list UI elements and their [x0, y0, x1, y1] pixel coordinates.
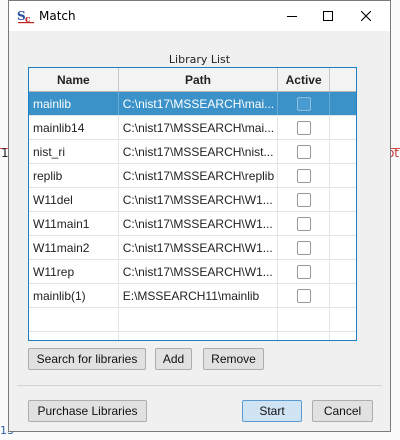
table-row[interactable]: mainlib14 C:\nist17\MSSEARCH\mai... [29, 116, 356, 140]
cancel-button[interactable]: Cancel [312, 400, 373, 422]
column-header-name[interactable]: Name [29, 68, 119, 91]
active-checkbox[interactable] [296, 168, 311, 183]
table-row[interactable]: replib C:\nist17\MSSEARCH\replib [29, 164, 356, 188]
table-row[interactable]: mainlib(1) E:\MSSEARCH11\mainlib [29, 284, 356, 308]
minimize-button[interactable] [274, 1, 310, 31]
active-cell [278, 92, 331, 115]
table-header: Name Path Active [29, 68, 356, 92]
active-cell [278, 236, 331, 259]
empty-cell [278, 332, 331, 340]
library-path-cell: C:\nist17\MSSEARCH\W1... [119, 188, 279, 211]
filler-cell [330, 284, 356, 307]
table-row[interactable]: nist_ri C:\nist17\MSSEARCH\nist... [29, 140, 356, 164]
active-cell [278, 188, 331, 211]
table-row[interactable]: W11rep C:\nist17\MSSEARCH\W1... [29, 260, 356, 284]
filler-cell [330, 164, 356, 187]
library-path-cell: C:\nist17\MSSEARCH\mai... [119, 116, 279, 139]
empty-cell [119, 308, 279, 331]
table-row[interactable]: W11main1 C:\nist17\MSSEARCH\W1... [29, 212, 356, 236]
active-checkbox[interactable] [296, 96, 311, 111]
library-name-cell: replib [29, 164, 119, 187]
active-cell [278, 164, 331, 187]
active-cell [278, 260, 331, 283]
table-row[interactable]: W11del C:\nist17\MSSEARCH\W1... [29, 188, 356, 212]
filler-cell [330, 260, 356, 283]
add-button[interactable]: Add [155, 348, 192, 370]
empty-cell [29, 308, 119, 331]
filler-cell [330, 308, 356, 331]
empty-row [29, 332, 356, 340]
library-path-cell: C:\nist17\MSSEARCH\nist... [119, 140, 279, 163]
library-path-cell: C:\nist17\MSSEARCH\W1... [119, 260, 279, 283]
close-icon [361, 11, 371, 21]
library-path-cell: C:\nist17\MSSEARCH\W1... [119, 236, 279, 259]
purchase-libraries-button[interactable]: Purchase Libraries [28, 400, 147, 422]
active-checkbox[interactable] [296, 264, 311, 279]
active-checkbox[interactable] [296, 192, 311, 207]
table-row[interactable]: W11main2 C:\nist17\MSSEARCH\W1... [29, 236, 356, 260]
app-logo-icon: S c [17, 9, 34, 24]
empty-cell [29, 332, 119, 340]
library-name-cell: W11del [29, 188, 119, 211]
filler-cell [330, 188, 356, 211]
title-bar[interactable]: S c Match [9, 1, 390, 31]
library-name-cell: mainlib(1) [29, 284, 119, 307]
active-cell [278, 116, 331, 139]
match-dialog: S c Match Library List Name Path Active … [8, 0, 391, 432]
filler-cell [330, 332, 356, 340]
library-path-cell: C:\nist17\MSSEARCH\mai... [119, 92, 279, 115]
active-checkbox[interactable] [296, 144, 311, 159]
active-checkbox[interactable] [296, 120, 311, 135]
column-header-filler [330, 68, 356, 91]
column-header-active[interactable]: Active [278, 68, 331, 91]
filler-cell [330, 140, 356, 163]
active-cell [278, 284, 331, 307]
library-name-cell: W11rep [29, 260, 119, 283]
column-header-path[interactable]: Path [119, 68, 279, 91]
filler-cell [330, 212, 356, 235]
library-name-cell: mainlib [29, 92, 119, 115]
active-checkbox[interactable] [296, 240, 311, 255]
close-button[interactable] [348, 1, 384, 31]
maximize-icon [323, 11, 333, 21]
library-name-cell: W11main1 [29, 212, 119, 235]
empty-row [29, 308, 356, 332]
library-path-cell: C:\nist17\MSSEARCH\replib [119, 164, 279, 187]
filler-cell [330, 236, 356, 259]
window-title: Match [39, 9, 76, 23]
maximize-button[interactable] [310, 1, 346, 31]
library-name-cell: W11main2 [29, 236, 119, 259]
table-body: mainlib C:\nist17\MSSEARCH\mai... mainlib1… [29, 92, 356, 340]
active-checkbox[interactable] [296, 288, 311, 303]
library-path-cell: E:\MSSEARCH11\mainlib [119, 284, 279, 307]
active-cell [278, 140, 331, 163]
library-path-cell: C:\nist17\MSSEARCH\W1... [119, 212, 279, 235]
library-name-cell: mainlib14 [29, 116, 119, 139]
library-name-cell: nist_ri [29, 140, 119, 163]
search-for-libraries-button[interactable]: Search for libraries [28, 348, 146, 370]
library-list-label: Library List [168, 53, 231, 66]
minimize-icon [287, 16, 297, 17]
filler-cell [330, 116, 356, 139]
empty-cell [119, 332, 279, 340]
table-row[interactable]: mainlib C:\nist17\MSSEARCH\mai... [29, 92, 356, 116]
filler-cell [330, 92, 356, 115]
separator [17, 385, 382, 386]
empty-cell [278, 308, 331, 331]
remove-button[interactable]: Remove [203, 348, 264, 370]
library-table[interactable]: Name Path Active mainlib C:\nist17\MSSEAR… [28, 67, 357, 341]
active-checkbox[interactable] [296, 216, 311, 231]
active-cell [278, 212, 331, 235]
start-button[interactable]: Start [242, 400, 302, 422]
